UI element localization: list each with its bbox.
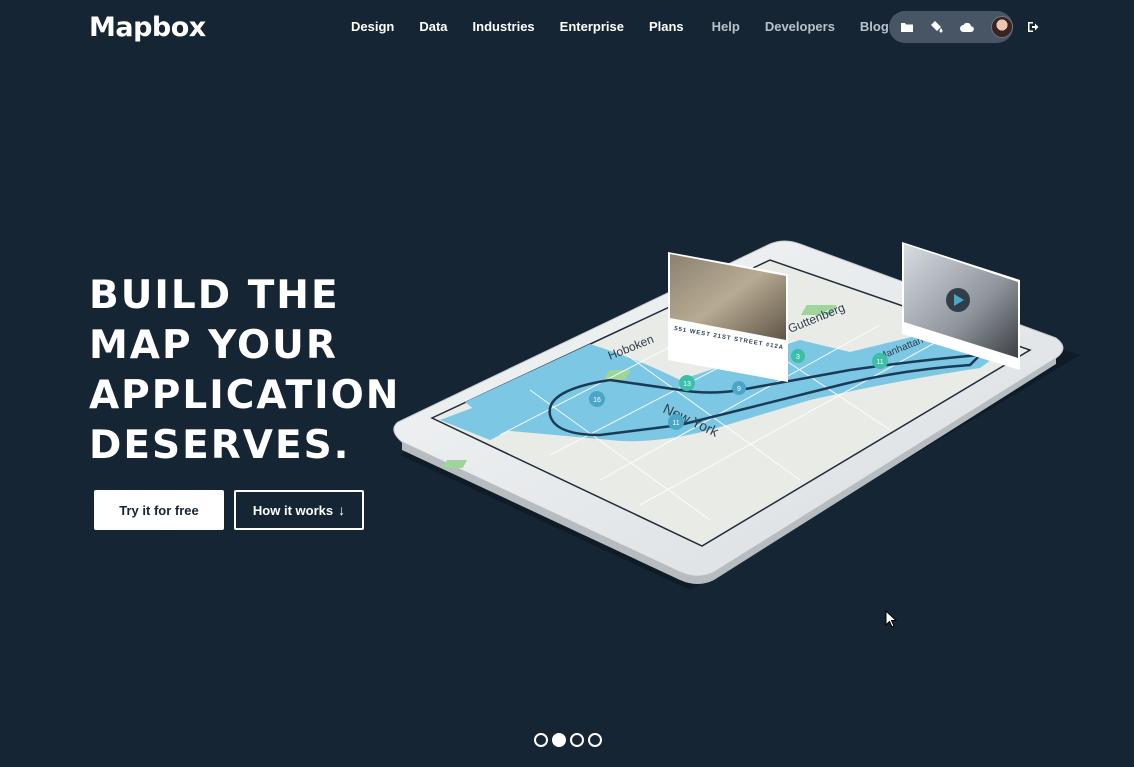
- svg-text:11: 11: [876, 359, 883, 366]
- headline-line-2: MAP YOUR: [89, 323, 338, 368]
- arrow-down-icon: ↓: [338, 502, 346, 518]
- mouse-cursor-icon: [885, 610, 898, 628]
- pager-dot-2[interactable]: [552, 733, 566, 747]
- map-marker[interactable]: 3: [791, 349, 805, 363]
- map-marker[interactable]: 11: [668, 414, 684, 430]
- nav-developers[interactable]: Developers: [765, 19, 835, 34]
- nav-data[interactable]: Data: [419, 19, 447, 34]
- cloud-icon[interactable]: [959, 11, 974, 43]
- nav-blog[interactable]: Blog: [860, 19, 889, 34]
- svg-text:16: 16: [593, 397, 601, 404]
- how-it-works-button[interactable]: How it works ↓: [234, 490, 364, 530]
- nav-design[interactable]: Design: [351, 19, 394, 34]
- headline-line-1: BUILD THE: [89, 273, 340, 318]
- svg-text:13: 13: [683, 381, 691, 388]
- listing-card-1[interactable]: 551 WEST 21ST STREET #12A: [668, 252, 788, 382]
- svg-text:9: 9: [737, 386, 741, 393]
- hero-headline: BUILD THE MAP YOUR APPLICATION DESERVES.: [89, 271, 401, 471]
- main-nav: Design Data Industries Enterprise Plans …: [351, 19, 914, 34]
- nav-industries[interactable]: Industries: [473, 19, 535, 34]
- nav-help[interactable]: Help: [712, 19, 740, 34]
- map-marker[interactable]: 9: [732, 381, 746, 395]
- mapbox-logo[interactable]: Mapbox: [89, 12, 206, 43]
- tablet-map-illustration: Hoboken Guttenberg Manhattan New York 16…: [393, 240, 1080, 590]
- paint-bucket-icon[interactable]: [929, 11, 944, 43]
- map-marker[interactable]: 13: [679, 375, 695, 391]
- map-marker[interactable]: 11: [872, 353, 888, 369]
- folder-icon[interactable]: [899, 11, 914, 43]
- map-marker[interactable]: 16: [589, 391, 605, 407]
- headline-line-4: DESERVES.: [89, 423, 351, 468]
- try-it-free-button[interactable]: Try it for free: [94, 490, 224, 530]
- pager-dot-4[interactable]: [588, 733, 602, 747]
- headline-line-3: APPLICATION: [89, 373, 401, 418]
- pager-dot-3[interactable]: [570, 733, 584, 747]
- logout-icon[interactable]: [1026, 19, 1042, 35]
- nav-enterprise[interactable]: Enterprise: [560, 19, 624, 34]
- svg-text:3: 3: [796, 354, 800, 361]
- pager-dot-1[interactable]: [534, 733, 548, 747]
- user-menu: [889, 11, 1013, 43]
- how-it-works-label: How it works: [252, 502, 334, 518]
- slide-pager: [534, 733, 606, 747]
- user-avatar[interactable]: [991, 16, 1013, 38]
- svg-text:11: 11: [672, 420, 679, 427]
- nav-plans[interactable]: Plans: [649, 19, 684, 34]
